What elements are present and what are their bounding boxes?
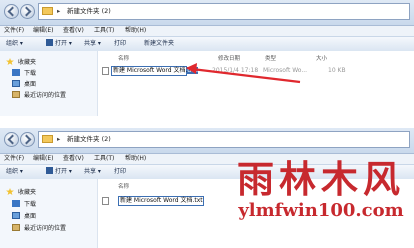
download-icon bbox=[12, 200, 20, 207]
forward-button[interactable] bbox=[20, 132, 35, 147]
arrow-head bbox=[186, 63, 197, 74]
extension-text: txt bbox=[194, 197, 203, 204]
recent-places-icon bbox=[12, 224, 20, 231]
sidebar-item-label: 最近访问的位置 bbox=[24, 225, 67, 232]
column-header-name[interactable]: 名称 bbox=[118, 182, 129, 190]
filename-text: 新建 Microsoft Word 文档. bbox=[120, 197, 195, 204]
open-label: 打开 ▾ bbox=[55, 168, 72, 175]
share-button[interactable]: 共享 ▾ bbox=[84, 165, 101, 179]
address-field[interactable]: ▸ 新建文件夹 (2) bbox=[38, 131, 410, 148]
address-bar: ▸ 新建文件夹 (2) bbox=[0, 128, 414, 154]
back-button[interactable] bbox=[4, 132, 19, 147]
organize-button[interactable]: 组织 ▾ bbox=[6, 165, 23, 179]
navigation-pane: 收藏夹 下载 桌面 最近访问的位置 bbox=[0, 179, 98, 248]
print-button[interactable]: 打印 bbox=[114, 165, 126, 179]
sidebar-item-downloads[interactable]: 下载 bbox=[12, 199, 36, 208]
menu-view[interactable]: 查看(V) bbox=[63, 153, 84, 164]
sidebar-item-label: 下载 bbox=[24, 201, 37, 208]
word-icon bbox=[46, 167, 53, 174]
watermark: 雨林木风 ylmfwin100.com bbox=[236, 158, 406, 222]
file-row[interactable]: 新建 Microsoft Word 文档.txt bbox=[102, 196, 222, 206]
arrow-shaft bbox=[191, 67, 301, 84]
watermark-brand: 雨林木风 bbox=[237, 157, 405, 201]
menu-tools[interactable]: 工具(T) bbox=[94, 153, 114, 164]
desktop-icon bbox=[12, 212, 20, 219]
menu-help[interactable]: 帮助(H) bbox=[125, 153, 146, 164]
menu-edit[interactable]: 编辑(E) bbox=[33, 153, 53, 164]
menu-file[interactable]: 文件(F) bbox=[4, 153, 24, 164]
breadcrumb-arrow-icon: ▸ bbox=[57, 135, 61, 143]
sidebar-item-label: 桌面 bbox=[24, 213, 37, 220]
watermark-url: ylmfwin100.com bbox=[238, 200, 404, 221]
open-button[interactable]: 打开 ▾ bbox=[46, 165, 72, 179]
sidebar-item-recent[interactable]: 最近访问的位置 bbox=[12, 223, 66, 232]
breadcrumb-path: 新建文件夹 (2) bbox=[67, 135, 111, 143]
folder-icon bbox=[42, 135, 53, 143]
sidebar-item-desktop[interactable]: 桌面 bbox=[12, 211, 36, 220]
document-icon bbox=[102, 197, 109, 205]
sidebar-item-favorites[interactable]: 收藏夹 bbox=[6, 187, 36, 196]
star-icon bbox=[6, 188, 14, 195]
rename-field[interactable]: 新建 Microsoft Word 文档.txt bbox=[118, 196, 204, 206]
sidebar-item-label: 收藏夹 bbox=[18, 189, 37, 196]
